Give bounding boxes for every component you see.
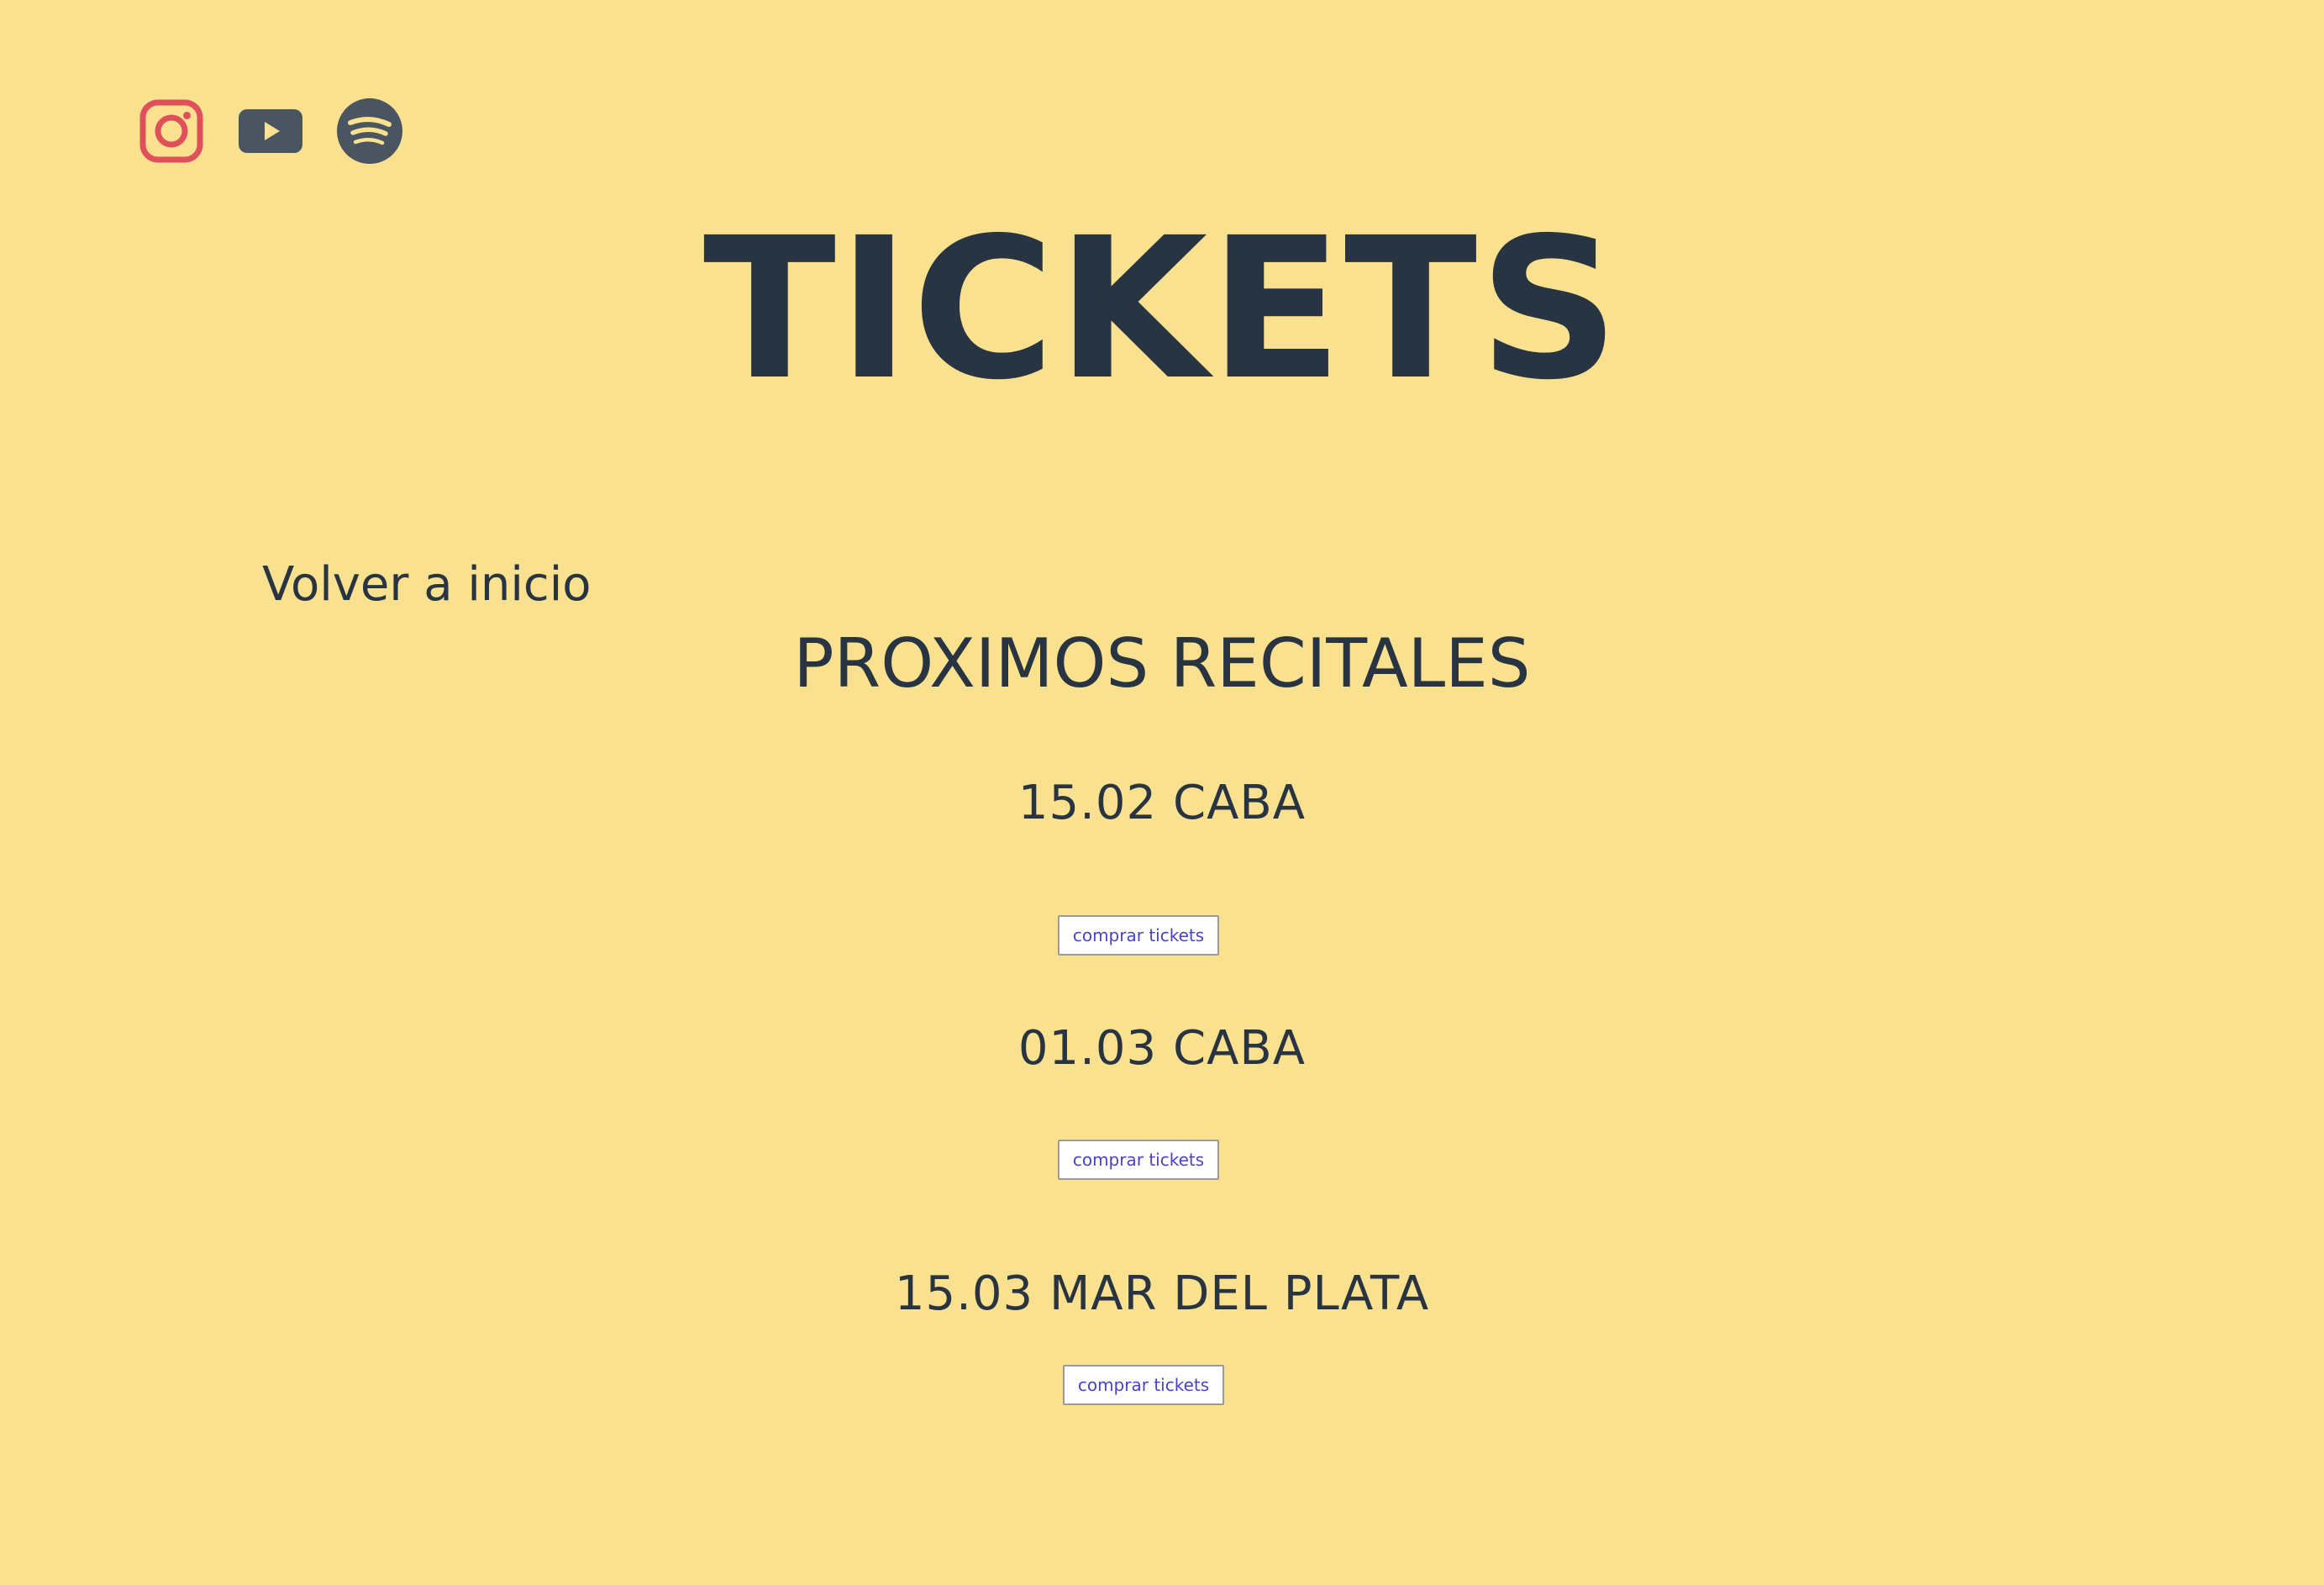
spotify-icon (337, 98, 402, 164)
spotify-link[interactable] (336, 97, 403, 165)
concert-item: 01.03 CABA (0, 1019, 2324, 1079)
buy-tickets-button[interactable]: comprar tickets (1058, 1140, 1219, 1180)
youtube-link[interactable] (237, 97, 304, 165)
concert-date-location: 15.03 MAR DEL PLATA (894, 1266, 1430, 1321)
instagram-icon (139, 99, 203, 163)
buy-tickets-button[interactable]: comprar tickets (1063, 1365, 1224, 1405)
section-title: PROXIMOS RECITALES (793, 624, 1531, 703)
youtube-icon (239, 109, 302, 153)
buy-tickets-button[interactable]: comprar tickets (1058, 915, 1219, 956)
instagram-link[interactable] (138, 97, 205, 165)
back-to-home-link[interactable]: Volver a inicio (262, 555, 592, 615)
concert-date-location: 01.03 CABA (1017, 1021, 1307, 1076)
concert-item: 15.03 MAR DEL PLATA (0, 1264, 2324, 1324)
page-title: TICKETS (702, 196, 1622, 423)
concert-date-location: 15.02 CABA (1017, 776, 1307, 830)
social-links (138, 97, 403, 165)
concert-item: 15.02 CABA (0, 773, 2324, 834)
